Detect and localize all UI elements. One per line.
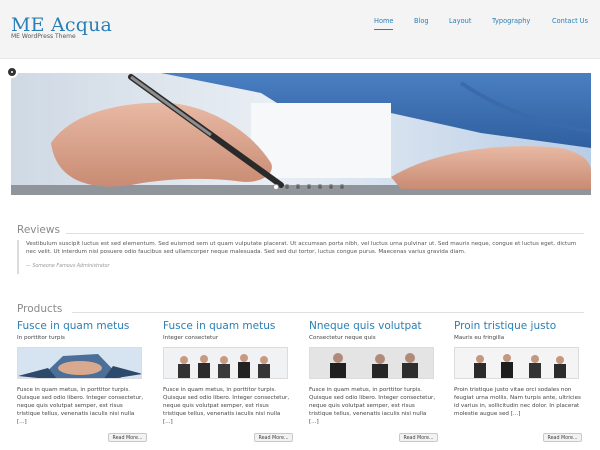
reviews-divider [66, 233, 584, 234]
product-subtitle-3: Consectetur neque quis [309, 335, 376, 341]
product-subtitle-1: In porttitor turpis [17, 335, 65, 341]
products-divider [72, 312, 584, 313]
review-author: — Someone Famous Administrator [26, 264, 110, 269]
slider-dot-3[interactable] [295, 184, 301, 190]
product-image-3[interactable] [309, 347, 434, 379]
slider-dot-6[interactable] [328, 184, 334, 190]
products-heading: Products [17, 303, 63, 315]
product-description-2: Fusce in quam metus, in porttitor turpis… [163, 387, 290, 425]
product-description-3: Fusce in quam metus, in porttitor turpis… [309, 387, 436, 425]
slider-dot-5[interactable] [317, 184, 323, 190]
review-text: Vestibulum suscipit luctus est sed eleme… [26, 241, 577, 255]
slider-dot-4[interactable] [306, 184, 312, 190]
slider-toggle-icon[interactable] [6, 66, 18, 78]
slider-pagination [273, 184, 345, 190]
product-title-3[interactable]: Nneque quis volutpat [309, 320, 422, 332]
product-description-1: Fusce in quam metus, in porttitor turpis… [17, 387, 144, 425]
slider-dot-1[interactable] [273, 184, 279, 190]
site-header: ME Acqua ME WordPress Theme Home Blog La… [0, 0, 600, 59]
site-tagline: ME WordPress Theme [11, 33, 76, 40]
read-more-button-4[interactable]: Read More... [543, 433, 582, 442]
read-more-button-1[interactable]: Read More... [108, 433, 147, 442]
product-description-4: Proin tristique justo vitae orci sodales… [454, 387, 581, 417]
nav-contact-us[interactable]: Contact Us [552, 17, 588, 25]
slider-dot-2[interactable] [284, 184, 290, 190]
product-title-1[interactable]: Fusce in quam metus [17, 320, 129, 332]
product-title-4[interactable]: Proin tristique justo [454, 320, 556, 332]
product-image-2[interactable] [163, 347, 288, 379]
read-more-button-3[interactable]: Read More... [399, 433, 438, 442]
nav-layout[interactable]: Layout [449, 17, 471, 25]
product-image-4[interactable] [454, 347, 579, 379]
quote-bar [17, 240, 19, 274]
product-image-1[interactable] [17, 347, 142, 379]
nav-home[interactable]: Home [374, 17, 394, 30]
hero-slider[interactable] [11, 73, 591, 195]
reviews-heading: Reviews [17, 224, 60, 236]
product-subtitle-4: Mauris eu fringilla [454, 335, 505, 341]
slide-image [11, 73, 591, 195]
slider-dot-7[interactable] [339, 184, 345, 190]
read-more-button-2[interactable]: Read More... [254, 433, 293, 442]
product-title-2[interactable]: Fusce in quam metus [163, 320, 275, 332]
nav-blog[interactable]: Blog [414, 17, 429, 25]
nav-typography[interactable]: Typography [492, 17, 530, 25]
product-subtitle-2: Integer consectetur [163, 335, 219, 341]
